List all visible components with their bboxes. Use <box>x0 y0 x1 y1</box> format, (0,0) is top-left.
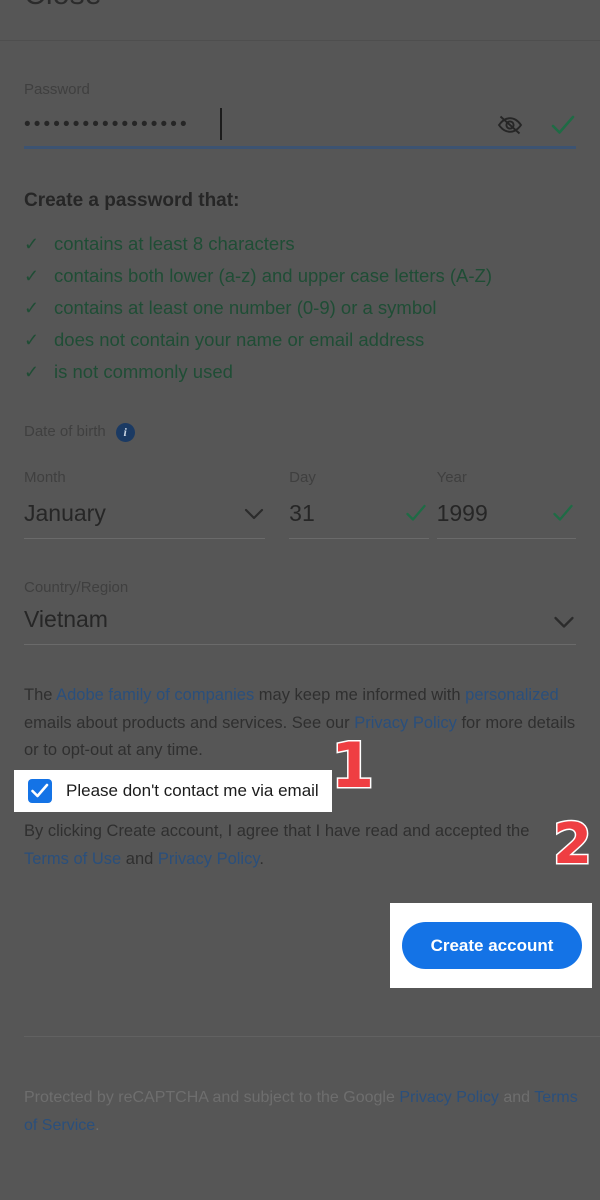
year-input-group: Year 1999 <box>436 468 576 539</box>
optout-checkbox-row[interactable]: Please don't contact me via email <box>28 779 319 803</box>
consent-text-3: emails about products and services. See … <box>24 713 355 732</box>
year-input[interactable]: 1999 <box>436 494 576 539</box>
password-underline <box>24 146 576 149</box>
day-input[interactable]: 31 <box>289 494 429 539</box>
password-rules-list: ✓ contains at least 8 characters ✓ conta… <box>24 230 576 390</box>
consent-text-1: The <box>24 686 57 704</box>
month-select[interactable]: January <box>24 494 266 539</box>
adobe-family-link[interactable]: Adobe family of companies <box>56 686 254 704</box>
annotation-step-1: 1 <box>329 729 375 802</box>
signup-overlay-screen: Close Password ••••••••••••••••• <box>0 0 600 1200</box>
list-item: ✓ is not commonly used <box>24 358 576 390</box>
chevron-down-icon[interactable] <box>552 610 576 634</box>
eye-off-icon[interactable] <box>496 113 524 137</box>
date-of-birth-fields: Month January Day 31 Year 1999 <box>24 468 576 539</box>
google-privacy-policy-link[interactable]: Privacy Policy <box>399 1089 499 1106</box>
password-field-group: Password ••••••••••••••••• <box>24 80 576 149</box>
annotation-step-2: 2 <box>552 812 594 877</box>
month-select-group: Month January <box>24 468 266 539</box>
list-item: ✓ contains at least one number (0-9) or … <box>24 294 576 326</box>
day-label: Day <box>289 469 316 486</box>
rule-text: contains at least one number (0-9) or a … <box>54 297 437 318</box>
country-region-underline <box>24 644 576 645</box>
terms-agreement-text: By clicking Create account, I agree that… <box>24 818 564 873</box>
check-icon: ✓ <box>24 266 40 286</box>
optout-label: Please don't contact me via email <box>66 781 319 800</box>
check-icon: ✓ <box>24 234 40 254</box>
country-region-value: Vietnam <box>24 606 108 632</box>
privacy-policy-link[interactable]: Privacy Policy <box>158 850 259 868</box>
password-input-row[interactable]: ••••••••••••••••• <box>24 104 576 149</box>
terms-text-1: By clicking Create account, I agree that… <box>24 822 530 840</box>
list-item: ✓ contains at least 8 characters <box>24 230 576 262</box>
close-button[interactable]: Close <box>24 0 102 12</box>
create-account-highlight-box: Create account <box>390 903 592 988</box>
month-underline <box>24 538 266 539</box>
recaptcha-text-1: Protected by reCAPTCHA and subject to th… <box>24 1089 400 1106</box>
year-label: Year <box>436 469 467 486</box>
day-input-group: Day 31 <box>289 468 429 539</box>
date-of-birth-label: Date of birth <box>24 423 106 440</box>
country-region-group: Country/Region Vietnam <box>24 578 576 645</box>
rule-text: contains at least 8 characters <box>54 233 295 254</box>
terms-of-use-link[interactable]: Terms of Use <box>24 850 121 868</box>
recaptcha-text-3: . <box>95 1117 100 1134</box>
terms-text-2: and <box>121 849 158 868</box>
month-value: January <box>24 500 106 526</box>
check-icon: ✓ <box>24 362 40 382</box>
day-value: 31 <box>289 500 315 526</box>
password-label: Password <box>24 81 90 98</box>
date-of-birth-group: Date of birth i Month January Day 31 Yea… <box>24 422 576 539</box>
optout-checkbox[interactable] <box>28 779 52 803</box>
check-icon: ✓ <box>24 298 40 318</box>
footer-divider <box>24 1036 600 1037</box>
check-icon: ✓ <box>24 330 40 350</box>
marketing-consent-text: The Adobe family of companies may keep m… <box>24 682 580 765</box>
password-input[interactable]: ••••••••••••••••• <box>24 112 190 138</box>
day-valid-check-icon <box>405 502 427 524</box>
rule-text: does not contain your name or email addr… <box>54 329 425 350</box>
info-icon[interactable]: i <box>115 422 135 442</box>
dialog-header: Close <box>0 0 600 41</box>
consent-text-2: may keep me informed with <box>254 686 466 704</box>
day-underline <box>289 538 429 539</box>
password-rules-title: Create a password that: <box>24 190 240 211</box>
chevron-down-icon[interactable] <box>243 503 265 525</box>
year-value: 1999 <box>436 500 488 526</box>
recaptcha-notice: Protected by reCAPTCHA and subject to th… <box>24 1084 580 1140</box>
list-item: ✓ contains both lower (a-z) and upper ca… <box>24 262 576 294</box>
terms-text-3: . <box>259 849 264 868</box>
password-valid-check-icon <box>550 112 576 138</box>
rule-text: is not commonly used <box>54 361 233 382</box>
year-valid-check-icon <box>552 502 574 524</box>
country-region-label: Country/Region <box>24 579 129 596</box>
rule-text: contains both lower (a-z) and upper case… <box>54 265 493 286</box>
recaptcha-text-2: and <box>498 1089 535 1106</box>
country-region-select[interactable]: Vietnam <box>24 600 576 645</box>
password-rules: Create a password that: ✓ contains at le… <box>24 188 576 390</box>
create-account-button[interactable]: Create account <box>402 922 582 969</box>
list-item: ✓ does not contain your name or email ad… <box>24 326 576 358</box>
personalized-link[interactable]: personalized <box>465 686 559 704</box>
text-caret <box>220 108 222 140</box>
date-of-birth-header: Date of birth i <box>24 422 576 442</box>
month-label: Month <box>24 469 66 486</box>
year-underline <box>436 538 576 539</box>
optout-highlight-box: Please don't contact me via email <box>14 770 332 812</box>
header-divider <box>0 40 600 41</box>
